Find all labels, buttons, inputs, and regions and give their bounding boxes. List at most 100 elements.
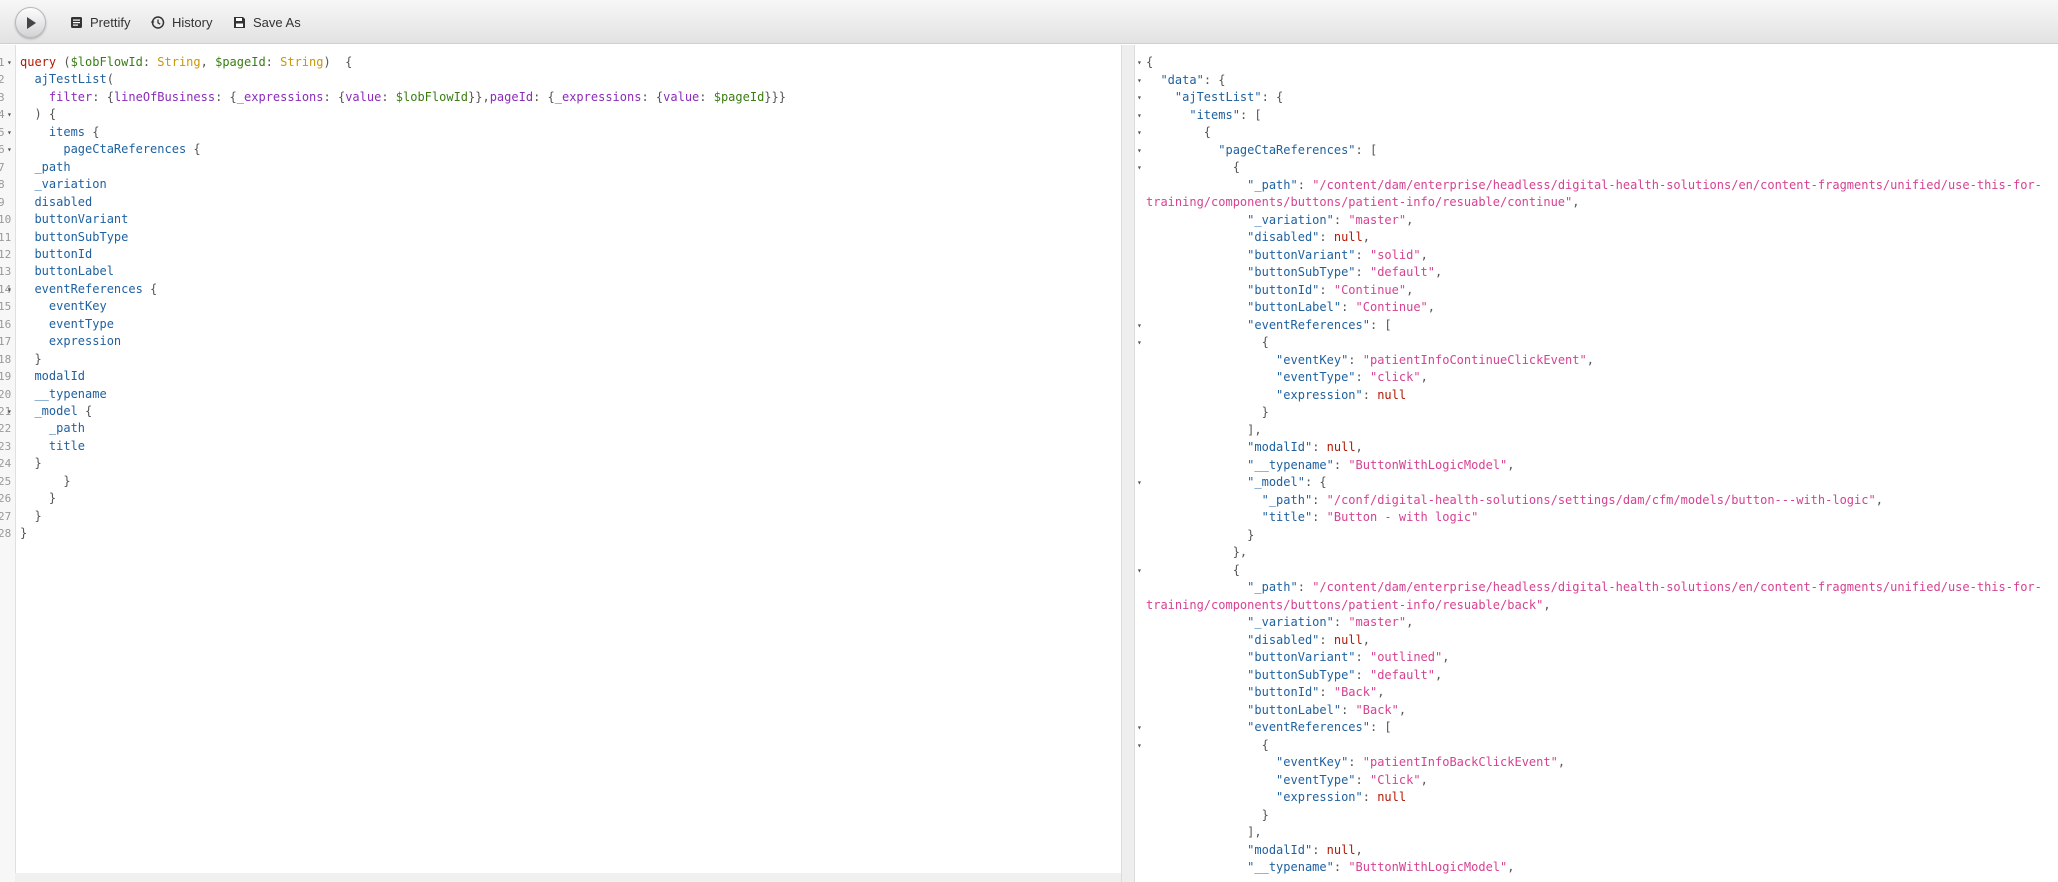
- fold-arrow-icon[interactable]: ▾: [1137, 334, 1142, 351]
- json-token: "/content/dam/enterprise/headless/digita…: [1312, 177, 2042, 192]
- query-editor[interactable]: 1▾query ($lobFlowId: String, $pageId: St…: [0, 45, 1122, 882]
- query-line: 20 __typename: [0, 386, 1100, 403]
- code-token: $lobFlowId: [70, 55, 143, 69]
- fold-arrow-icon[interactable]: ▾: [1137, 317, 1142, 334]
- code-token: eventKey: [48, 299, 107, 314]
- line-number: 9: [0, 194, 8, 211]
- json-token: {: [1146, 562, 1240, 577]
- result-line: "disabled": null,: [1146, 229, 2051, 246]
- query-line: 1▾query ($lobFlowId: String, $pageId: St…: [0, 54, 1100, 71]
- fold-arrow-icon[interactable]: ▾: [1137, 124, 1142, 141]
- json-token: :: [1341, 300, 1356, 314]
- json-token: {: [1146, 335, 1269, 349]
- code-token: : {: [323, 89, 346, 104]
- query-line: 21▾ _model {: [0, 403, 1100, 420]
- fold-arrow-icon[interactable]: ▾: [1137, 107, 1142, 124]
- code-token: :: [142, 55, 158, 69]
- result-line: {: [1146, 54, 2051, 71]
- result-line: "_model": {: [1146, 474, 2051, 491]
- code-text: modalId: [20, 368, 85, 385]
- result-line: "expression": null: [1146, 387, 2051, 404]
- json-token: :: [1312, 492, 1327, 507]
- fold-arrow-icon[interactable]: ▾: [1137, 474, 1142, 491]
- json-token: : [: [1355, 142, 1378, 157]
- json-token: "solid": [1369, 247, 1421, 262]
- fold-arrow-icon[interactable]: ▾: [1137, 54, 1142, 71]
- execute-query-button[interactable]: [15, 7, 46, 38]
- prettify-button[interactable]: Prettify: [70, 10, 130, 34]
- json-token: "outlined": [1369, 650, 1443, 664]
- fold-arrow-icon[interactable]: ▾: [7, 281, 12, 298]
- json-token: ,: [1355, 440, 1363, 454]
- result-line: "title": "Button - with logic": [1146, 509, 2051, 526]
- fold-arrow-icon[interactable]: ▾: [1137, 72, 1142, 89]
- json-token: "__typename": [1247, 457, 1334, 472]
- code-text: query ($lobFlowId: String, $pageId: Stri…: [20, 54, 352, 71]
- fold-arrow-icon[interactable]: ▾: [1137, 159, 1142, 176]
- json-token: ,: [1406, 212, 1414, 227]
- json-token: "Continue": [1355, 300, 1428, 314]
- horizontal-scrollbar[interactable]: [15, 873, 1121, 882]
- fold-arrow-icon[interactable]: ▾: [7, 124, 12, 141]
- fold-arrow-icon[interactable]: ▾: [1137, 737, 1142, 754]
- json-token: "disabled": [1247, 632, 1320, 647]
- query-line: 9 disabled: [0, 194, 1100, 211]
- pane-divider[interactable]: [1121, 45, 1135, 882]
- code-text: buttonVariant: [20, 211, 128, 228]
- json-token: "ButtonWithLogicModel": [1348, 457, 1508, 472]
- json-token: : [: [1239, 107, 1262, 122]
- fold-arrow-icon[interactable]: ▾: [1137, 719, 1142, 736]
- fold-arrow-icon[interactable]: ▾: [7, 141, 12, 158]
- result-line: "__typename": "ButtonWithLogicModel",: [1146, 859, 2051, 876]
- save-as-button[interactable]: Save As: [233, 10, 301, 34]
- code-text: }: [20, 455, 41, 472]
- json-token: :: [1355, 650, 1370, 664]
- json-token: :: [1355, 370, 1370, 384]
- json-token: "/conf/digital-health-solutions/settings…: [1326, 492, 1876, 507]
- line-number: 23: [0, 439, 12, 453]
- query-line: 14▾ eventReferences {: [0, 281, 1100, 298]
- json-token: "patientInfoContinueClickEvent": [1362, 352, 1587, 367]
- result-line: "buttonSubType": "default",: [1146, 667, 2051, 684]
- history-button[interactable]: History: [150, 10, 212, 34]
- fold-arrow-icon[interactable]: ▾: [1137, 562, 1142, 579]
- json-token: "items": [1189, 107, 1240, 122]
- fold-arrow-icon[interactable]: ▾: [7, 106, 12, 123]
- query-line: 10 buttonVariant: [0, 211, 1100, 228]
- code-token: : {: [92, 89, 114, 104]
- json-token: "buttonLabel": [1247, 702, 1342, 717]
- query-line: 15 eventKey: [0, 298, 1100, 315]
- history-label: History: [172, 14, 213, 30]
- json-token: : {: [1304, 475, 1327, 489]
- json-token: : {: [1203, 72, 1226, 87]
- json-token: null: [1377, 790, 1407, 804]
- result-line: "eventType": "click",: [1146, 369, 2051, 386]
- fold-arrow-icon[interactable]: ▾: [1137, 89, 1142, 106]
- query-line: 26 }: [0, 490, 1100, 507]
- line-number: 27: [0, 509, 12, 523]
- code-text: buttonSubType: [20, 229, 128, 246]
- json-token: training/components/buttons/patient-info…: [1146, 195, 1573, 209]
- code-text: }: [20, 525, 27, 542]
- json-token: : {: [1261, 90, 1284, 104]
- json-token: ,: [1377, 685, 1385, 699]
- json-token: }: [1146, 807, 1269, 822]
- json-token: "_path": [1261, 492, 1313, 507]
- code-token: ) {: [20, 107, 57, 122]
- json-token: "buttonSubType": [1247, 265, 1356, 279]
- fold-arrow-icon[interactable]: ▾: [1137, 142, 1142, 159]
- fold-arrow-icon[interactable]: ▾: [7, 403, 12, 420]
- result-line: {: [1146, 124, 2051, 141]
- prettify-label: Prettify: [90, 14, 131, 30]
- code-token: pageId: [489, 89, 534, 104]
- fold-arrow-icon[interactable]: ▾: [7, 54, 12, 71]
